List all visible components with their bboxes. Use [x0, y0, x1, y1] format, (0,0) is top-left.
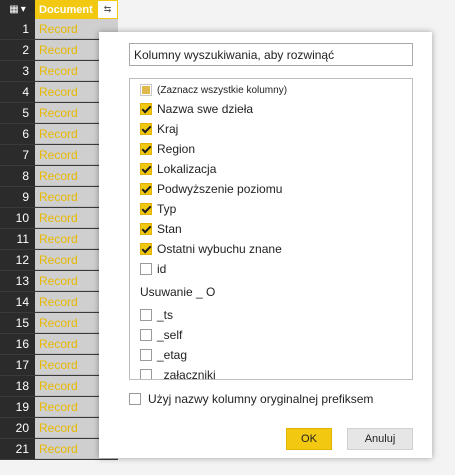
search-columns-input[interactable]	[129, 43, 413, 66]
column-label: Stan	[157, 222, 182, 236]
column-list[interactable]: (Zaznacz wszystkie kolumny) Nazwa swe dz…	[129, 78, 413, 380]
system-column-label: _etag	[157, 348, 188, 362]
prefix-label: Użyj nazwy kolumny oryginalnej prefiksem	[148, 392, 374, 406]
chevron-down-icon: ▾	[20, 4, 26, 15]
row-number[interactable]: 3	[0, 61, 35, 81]
row-number[interactable]: 7	[0, 145, 35, 165]
system-column-item[interactable]: _self	[140, 325, 182, 345]
system-column-label: _ts	[157, 308, 174, 322]
row-number[interactable]: 20	[0, 418, 35, 438]
system-column-label: _self	[157, 328, 183, 342]
column-label: Nazwa swe dzieła	[157, 102, 254, 116]
column-checkbox[interactable]	[140, 183, 152, 195]
system-column-item[interactable]: _ts	[140, 305, 173, 325]
row-number[interactable]: 2	[0, 40, 35, 60]
column-label: Podwyższenie poziomu	[157, 182, 283, 196]
column-checkbox[interactable]	[140, 123, 152, 135]
row-number[interactable]: 1	[0, 19, 35, 39]
row-number[interactable]: 9	[0, 187, 35, 207]
system-column-item[interactable]: _etag	[140, 345, 187, 365]
system-column-item[interactable]: _załączniki	[140, 365, 216, 380]
column-header-document[interactable]: Document	[35, 0, 97, 19]
column-item[interactable]: Region	[140, 139, 195, 159]
row-number[interactable]: 6	[0, 124, 35, 144]
select-all-label: (Zaznacz wszystkie kolumny)	[157, 84, 288, 96]
column-item[interactable]: Ostatni wybuchu znane	[140, 239, 282, 259]
row-number[interactable]: 11	[0, 229, 35, 249]
expand-column-button[interactable]: ⇆	[97, 0, 118, 19]
column-checkbox[interactable]	[140, 103, 152, 115]
column-label: Ostatni wybuchu znane	[157, 242, 282, 256]
select-all-checkbox[interactable]	[140, 84, 152, 96]
column-checkbox[interactable]	[140, 203, 152, 215]
row-number[interactable]: 4	[0, 82, 35, 102]
ok-button[interactable]: OK	[286, 428, 332, 450]
column-item[interactable]: Typ	[140, 199, 176, 219]
cancel-button[interactable]: Anuluj	[347, 428, 413, 450]
column-item[interactable]: Podwyższenie poziomu	[140, 179, 282, 199]
column-checkbox[interactable]	[140, 143, 152, 155]
expand-columns-dialog: (Zaznacz wszystkie kolumny) Nazwa swe dz…	[99, 32, 432, 458]
row-number[interactable]: 15	[0, 313, 35, 333]
system-column-checkbox[interactable]	[140, 309, 152, 321]
row-number[interactable]: 12	[0, 250, 35, 270]
grid-header-row: ▦ ▾ Document ⇆	[0, 0, 118, 19]
column-label: Region	[157, 142, 196, 156]
column-checkbox[interactable]	[140, 243, 152, 255]
row-number[interactable]: 21	[0, 439, 35, 459]
row-number[interactable]: 16	[0, 334, 35, 354]
row-number[interactable]: 5	[0, 103, 35, 123]
column-label: Kraj	[157, 122, 179, 136]
column-item[interactable]: Stan	[140, 219, 182, 239]
column-item[interactable]: id	[140, 259, 166, 279]
column-label: Lokalizacja	[157, 162, 217, 176]
system-column-label: _załączniki	[157, 368, 216, 380]
table-menu-button[interactable]: ▦ ▾	[0, 0, 35, 19]
system-column-checkbox[interactable]	[140, 369, 152, 379]
expand-icon: ⇆	[103, 4, 112, 14]
column-label: Typ	[157, 202, 177, 216]
prefix-checkbox[interactable]	[129, 393, 141, 405]
prefix-option[interactable]: Użyj nazwy kolumny oryginalnej prefiksem	[129, 392, 373, 406]
row-number[interactable]: 10	[0, 208, 35, 228]
row-number[interactable]: 8	[0, 166, 35, 186]
column-checkbox[interactable]	[140, 223, 152, 235]
section-label: Usuwanie _ O	[140, 285, 216, 299]
column-checkbox[interactable]	[140, 163, 152, 175]
row-number[interactable]: 13	[0, 271, 35, 291]
system-column-checkbox[interactable]	[140, 329, 152, 341]
column-checkbox[interactable]	[140, 263, 152, 275]
row-number[interactable]: 14	[0, 292, 35, 312]
column-item[interactable]: Kraj	[140, 119, 178, 139]
column-label: id	[157, 262, 167, 276]
select-all-item[interactable]: (Zaznacz wszystkie kolumny)	[140, 80, 287, 100]
row-number[interactable]: 17	[0, 355, 35, 375]
row-number[interactable]: 19	[0, 397, 35, 417]
system-column-checkbox[interactable]	[140, 349, 152, 361]
column-item[interactable]: Lokalizacja	[140, 159, 216, 179]
column-item[interactable]: Nazwa swe dzieła	[140, 99, 253, 119]
table-icon: ▦	[9, 4, 19, 15]
row-number[interactable]: 18	[0, 376, 35, 396]
